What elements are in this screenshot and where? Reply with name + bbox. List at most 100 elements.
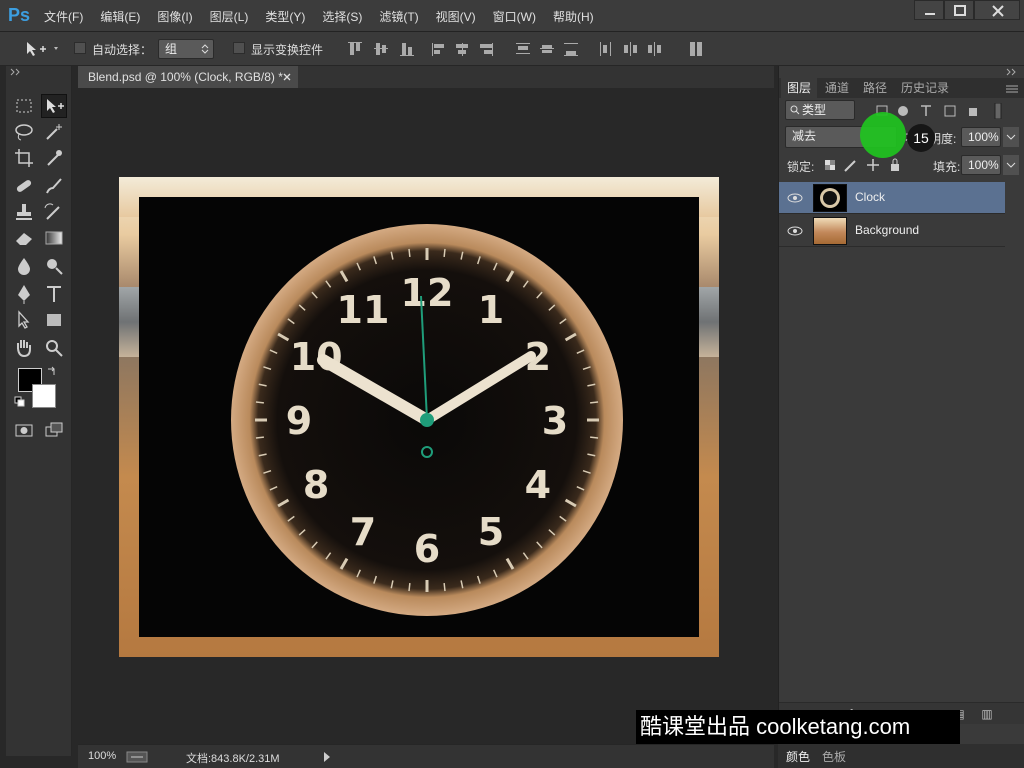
background-color-swatch[interactable] bbox=[32, 384, 56, 408]
layer-row-background[interactable]: Background bbox=[779, 215, 1005, 247]
lasso-tool[interactable] bbox=[11, 120, 37, 144]
pen-tool[interactable] bbox=[11, 282, 37, 306]
clock-center-pin bbox=[420, 413, 434, 427]
crop-tool[interactable] bbox=[11, 146, 37, 170]
panel-menu-icon[interactable] bbox=[1005, 83, 1019, 93]
dodge-tool[interactable] bbox=[41, 254, 67, 278]
opacity-input[interactable]: 100% bbox=[961, 127, 1001, 147]
crop-icon bbox=[15, 149, 33, 167]
clock-number: 12 bbox=[401, 271, 454, 315]
menu-filter[interactable]: 滤镜(T) bbox=[379, 8, 418, 25]
clock-tick bbox=[576, 486, 585, 491]
filter-type-label: 类型 bbox=[802, 103, 827, 117]
clock-tick bbox=[443, 248, 446, 257]
healing-brush-tool[interactable] bbox=[11, 174, 37, 198]
gradient-tool[interactable] bbox=[41, 226, 67, 250]
menu-select[interactable]: 选择(S) bbox=[322, 8, 362, 25]
clock-tick bbox=[582, 366, 591, 371]
tab-paths[interactable]: 路径 bbox=[863, 78, 887, 98]
status-expand-icon[interactable] bbox=[322, 751, 332, 763]
align-distribute-icons[interactable] bbox=[346, 40, 716, 58]
document-tab[interactable]: Blend.psd @ 100% (Clock, RGB/8) * bbox=[78, 66, 298, 88]
menu-window[interactable]: 窗口(W) bbox=[493, 8, 536, 25]
menu-layer[interactable]: 图层(L) bbox=[210, 8, 249, 25]
clock-tick bbox=[255, 436, 264, 439]
default-colors-icon[interactable] bbox=[14, 396, 26, 408]
clock-tick bbox=[277, 332, 290, 342]
magic-wand-tool[interactable] bbox=[41, 120, 67, 144]
clock-tick bbox=[325, 552, 332, 560]
clock-tick bbox=[587, 453, 596, 457]
maximize-button[interactable] bbox=[944, 0, 974, 20]
panel-collapse-icon[interactable] bbox=[1006, 68, 1018, 76]
auto-select-checkbox[interactable] bbox=[74, 42, 86, 54]
gradient-icon bbox=[45, 231, 63, 245]
lock-icons[interactable] bbox=[823, 157, 907, 173]
hand-tool[interactable] bbox=[11, 336, 37, 360]
menu-edit[interactable]: 编辑(E) bbox=[100, 8, 140, 25]
delete-layer-icon[interactable]: ▥ bbox=[979, 707, 995, 721]
menu-view[interactable]: 视图(V) bbox=[436, 8, 476, 25]
screen-mode-button[interactable] bbox=[41, 418, 67, 442]
tab-channels[interactable]: 通道 bbox=[825, 78, 849, 98]
layer-row-clock[interactable]: Clock bbox=[779, 182, 1005, 214]
blur-tool[interactable] bbox=[11, 254, 37, 278]
menu-help[interactable]: 帮助(H) bbox=[553, 8, 594, 25]
rectangular-marquee-tool[interactable] bbox=[11, 94, 37, 118]
move-tool[interactable] bbox=[41, 94, 67, 118]
visibility-eye-icon[interactable] bbox=[787, 191, 803, 205]
brush-tool[interactable] bbox=[41, 174, 67, 198]
clone-stamp-tool[interactable] bbox=[11, 200, 37, 224]
clock-tick bbox=[476, 575, 481, 584]
document-tab-title: Blend.psd @ 100% (Clock, RGB/8) * bbox=[88, 70, 283, 84]
minute-hand bbox=[422, 351, 536, 425]
close-tab-icon[interactable] bbox=[283, 73, 291, 81]
rectangle-tool[interactable] bbox=[41, 308, 67, 332]
lasso-icon bbox=[15, 124, 33, 141]
filter-type-dropdown[interactable]: 类型 bbox=[785, 100, 855, 120]
close-window-button[interactable] bbox=[974, 0, 1020, 20]
hand-icon bbox=[17, 340, 31, 358]
eyedropper-tool[interactable] bbox=[41, 146, 67, 170]
tab-layers[interactable]: 图层 bbox=[781, 78, 818, 98]
clock-tick bbox=[298, 529, 306, 536]
fill-dropdown-icon[interactable] bbox=[1003, 155, 1019, 175]
auto-select-dropdown[interactable]: 组 bbox=[158, 39, 214, 59]
droplet-icon bbox=[18, 258, 30, 275]
quick-mask-button[interactable] bbox=[11, 418, 37, 442]
clock-tick bbox=[493, 569, 498, 578]
type-tool[interactable] bbox=[41, 282, 67, 306]
zoom-level[interactable]: 100% bbox=[88, 750, 116, 762]
show-transform-checkbox[interactable] bbox=[233, 42, 245, 54]
menu-type[interactable]: 类型(Y) bbox=[265, 8, 305, 25]
tab-color[interactable]: 颜色 bbox=[786, 748, 810, 765]
eraser-tool[interactable] bbox=[11, 226, 37, 250]
menu-image[interactable]: 图像(I) bbox=[157, 8, 192, 25]
clock-tick bbox=[443, 583, 446, 592]
swap-colors-icon[interactable] bbox=[46, 365, 58, 377]
visibility-eye-icon[interactable] bbox=[787, 224, 803, 238]
clock-number: 9 bbox=[286, 399, 312, 443]
fill-input[interactable]: 100% bbox=[961, 155, 1001, 175]
opacity-dropdown-icon[interactable] bbox=[1003, 127, 1019, 147]
move-tool-preset-icon[interactable] bbox=[24, 40, 62, 58]
minimize-button[interactable] bbox=[914, 0, 944, 20]
clock-thumbnail-icon bbox=[814, 185, 846, 211]
search-icon bbox=[790, 105, 800, 115]
bandage-icon bbox=[16, 180, 32, 192]
clock-tick bbox=[505, 557, 515, 570]
collapse-arrows-icon[interactable] bbox=[10, 68, 22, 76]
layers-list: Clock Background bbox=[779, 182, 1024, 702]
click-highlight bbox=[860, 112, 906, 158]
clock-tick bbox=[587, 383, 596, 387]
clock-tick bbox=[258, 383, 267, 387]
history-brush-tool[interactable] bbox=[41, 200, 67, 224]
menu-file[interactable]: 文件(F) bbox=[44, 8, 83, 25]
status-menu-icon[interactable] bbox=[126, 751, 148, 763]
tab-swatches[interactable]: 色板 bbox=[822, 748, 846, 765]
path-selection-tool[interactable] bbox=[11, 308, 37, 332]
tab-history[interactable]: 历史记录 bbox=[901, 78, 949, 98]
tools-panel bbox=[6, 66, 72, 756]
zoom-tool[interactable] bbox=[41, 336, 67, 360]
clock-tick bbox=[287, 318, 295, 325]
